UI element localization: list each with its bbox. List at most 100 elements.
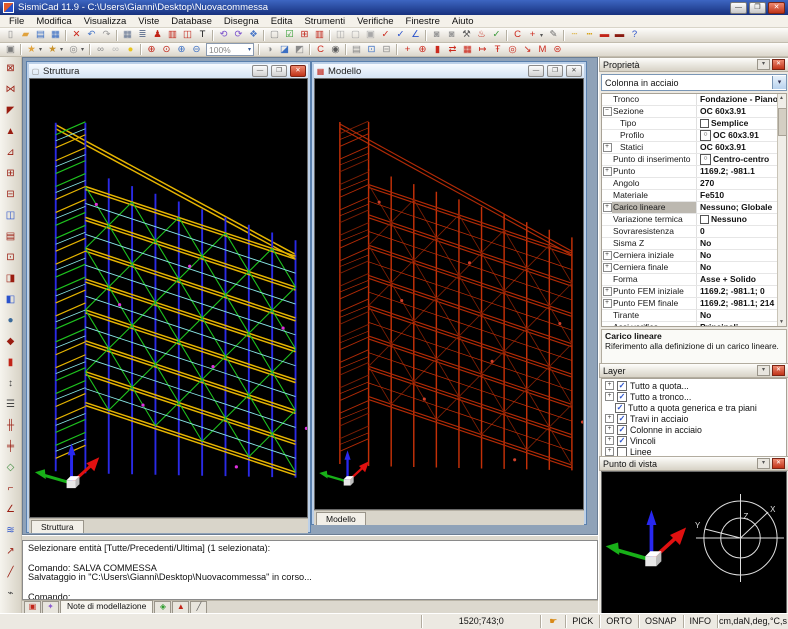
eye-icon[interactable]: ◉ [328, 44, 343, 56]
property-row[interactable]: +Punto FEM iniziale1169.2; -981.1; 0 [602, 286, 786, 298]
property-value[interactable]: Nessuno; Globale [697, 202, 786, 213]
left-tool-13-icon[interactable]: ● [2, 311, 20, 332]
property-row[interactable]: Profilo○OC 60x3.91 [602, 130, 786, 142]
delete-icon[interactable]: ✕ [69, 29, 84, 41]
property-value[interactable]: 0 [697, 226, 786, 237]
layer-checkbox[interactable]: ✓ [617, 392, 627, 402]
slope-tool-icon[interactable]: ✎ [546, 29, 561, 41]
monitor-2-icon[interactable]: ⊟ [379, 44, 394, 56]
property-row[interactable]: +Carico lineareNessuno; Globale [602, 202, 786, 214]
window-struttura[interactable]: ▢ Struttura — ❐ ✕ Struttura [26, 61, 311, 533]
window-gray-1-icon[interactable]: ◫ [333, 29, 348, 41]
expand-toggle-icon[interactable]: + [603, 287, 612, 296]
entity-type-selector[interactable]: Colonna in acciaio ▾ [601, 74, 787, 91]
expand-toggle-icon[interactable]: + [603, 299, 612, 308]
menu-viste[interactable]: Viste [132, 16, 165, 27]
light-bulb-icon[interactable]: ● [123, 44, 138, 56]
left-tool-8-icon[interactable]: ◫ [2, 206, 20, 227]
left-tool-25-icon[interactable]: ╱ [2, 563, 20, 584]
expand-toggle-icon[interactable]: + [603, 203, 612, 212]
expand-toggle-icon[interactable]: + [605, 425, 614, 434]
save-icon[interactable]: ▤ [33, 29, 48, 41]
left-tool-26-icon[interactable]: ⌁ [2, 584, 20, 605]
check-red-icon[interactable]: ✓ [378, 29, 393, 41]
save-copy-icon[interactable]: ▦ [48, 29, 63, 41]
database-edit-icon[interactable]: ◫ [180, 29, 195, 41]
zoom-out-icon[interactable]: ⊖ [189, 44, 204, 56]
modello-title-bar[interactable]: ▦ Modello — ❐ ✕ [314, 64, 584, 78]
struttura-viewport[interactable] [29, 78, 308, 518]
expand-toggle-icon[interactable]: + [605, 447, 614, 456]
section-tool-icon[interactable]: ⊜ [550, 44, 565, 56]
console-icon-tab-r3[interactable]: ╱ [190, 601, 207, 613]
close-button[interactable]: ✕ [768, 2, 785, 14]
left-tool-20-icon[interactable]: ◇ [2, 458, 20, 479]
bench-test-icon[interactable]: ♨ [474, 29, 489, 41]
layer-item[interactable]: +✓Tutto a tronco... [602, 391, 786, 402]
property-row[interactable]: Angolo270 [602, 178, 786, 190]
console-icon-tab-r1[interactable]: ◈ [154, 601, 171, 613]
circle-tool-icon[interactable]: ◎ [505, 44, 520, 56]
status-toggle-orto[interactable]: ORTO [600, 615, 639, 628]
layer-item[interactable]: +✓Vincoli [602, 435, 786, 446]
left-tool-12-icon[interactable]: ◧ [2, 290, 20, 311]
property-row[interactable]: +StaticiOC 60x3.91 [602, 142, 786, 154]
measure-2-icon[interactable]: ┅ [582, 29, 597, 41]
window-modello[interactable]: ▦ Modello — ❐ ✕ Modello [311, 61, 587, 525]
orbit-icon[interactable]: ◑ [262, 44, 277, 56]
property-value[interactable]: OC 60x3.91 [697, 106, 786, 117]
modello-viewport[interactable] [314, 78, 584, 510]
property-row[interactable]: +Punto1169.2; -981.1 [602, 166, 786, 178]
level-tool-icon[interactable]: Ŧ [490, 44, 505, 56]
layer-checkbox[interactable]: ✓ [617, 381, 627, 391]
monitor-1-icon[interactable]: ⊡ [364, 44, 379, 56]
property-value[interactable]: OC 60x3.91 [697, 142, 786, 153]
status-toggle-info[interactable]: INFO [684, 615, 719, 628]
expand-toggle-icon[interactable]: + [605, 381, 614, 390]
left-tool-22-icon[interactable]: ∠ [2, 500, 20, 521]
left-tool-16-icon[interactable]: ↕ [2, 374, 20, 395]
properties-close-icon[interactable]: ✕ [772, 59, 785, 70]
layer-checkbox[interactable]: ✓ [617, 425, 627, 435]
wrench-icon[interactable]: ⚒ [459, 29, 474, 41]
property-row[interactable]: TipoSemplice [602, 118, 786, 130]
tool-gray-1-icon[interactable]: ◙ [429, 29, 444, 41]
property-row[interactable]: Punto di inserimento○Centro-centro [602, 154, 786, 166]
console-icon-tab-1[interactable]: ▣ [24, 601, 41, 613]
expand-toggle-icon[interactable]: + [603, 167, 612, 176]
command-console[interactable]: Selezionare entità [Tutte/Precedenti/Ult… [22, 540, 598, 600]
modello-restore-button[interactable]: ❐ [547, 65, 563, 77]
property-row[interactable]: +Cerniera inizialeNo [602, 250, 786, 262]
favorites-star-icon[interactable]: ★ [24, 44, 39, 56]
property-value[interactable]: Asse + Solido [697, 274, 786, 285]
offset-tool-icon[interactable]: ↦ [475, 44, 490, 56]
layer-close-icon[interactable]: ✕ [772, 365, 785, 376]
property-value[interactable]: ○OC 60x3.91 [697, 130, 786, 141]
modello-close-button[interactable]: ✕ [566, 65, 582, 77]
struttura-minimize-button[interactable]: — [252, 65, 268, 77]
left-tool-18-icon[interactable]: ╫ [2, 416, 20, 437]
property-value[interactable]: No [697, 238, 786, 249]
scroll-down-icon[interactable]: ▼ [778, 318, 785, 326]
link-entities-icon[interactable]: ∞ [93, 44, 108, 56]
table-icon[interactable]: ▦ [120, 29, 135, 41]
left-tool-24-icon[interactable]: ↗ [2, 542, 20, 563]
m-tool-icon[interactable]: M [535, 44, 550, 56]
column-insert-icon[interactable]: ▮ [430, 44, 445, 56]
left-tool-11-icon[interactable]: ◨ [2, 269, 20, 290]
property-value[interactable]: No [697, 250, 786, 261]
property-row[interactable]: Assi verificaPrincipali [602, 322, 786, 327]
units-indicator[interactable]: cm,daN,deg,°C,s [718, 615, 788, 628]
struttura-title-bar[interactable]: ▢ Struttura — ❐ ✕ [29, 64, 308, 78]
check-ok-icon[interactable]: ✓ [489, 29, 504, 41]
left-tool-19-icon[interactable]: ╪ [2, 437, 20, 458]
move-point-icon[interactable]: + [525, 29, 540, 41]
layer-checkbox[interactable]: ✓ [615, 403, 625, 413]
expand-toggle-icon[interactable]: + [605, 436, 614, 445]
expand-toggle-icon[interactable]: + [603, 143, 612, 152]
pan-view-icon[interactable]: ❖ [246, 29, 261, 41]
menu-verifiche[interactable]: Verifiche [351, 16, 399, 27]
property-value[interactable]: 1169.2; -981.1; 0 [697, 286, 786, 297]
viewpoint-canvas[interactable]: XYZ [601, 471, 787, 615]
expand-toggle-icon[interactable]: + [603, 251, 612, 260]
